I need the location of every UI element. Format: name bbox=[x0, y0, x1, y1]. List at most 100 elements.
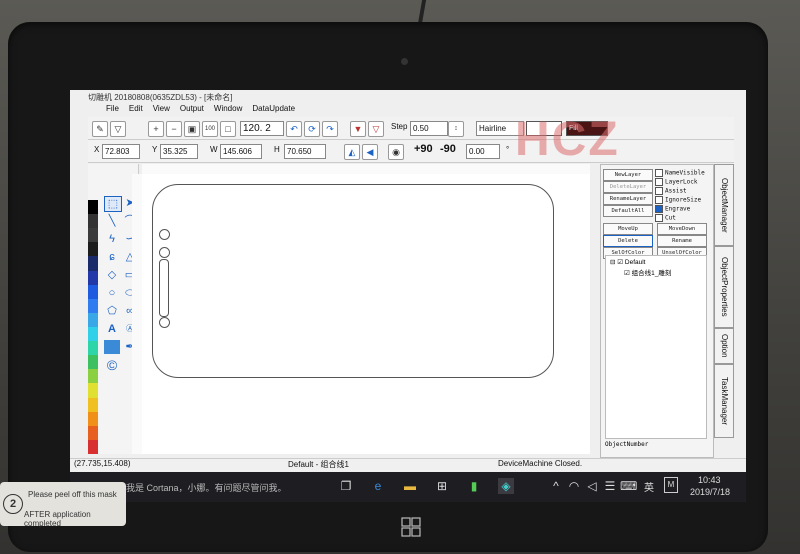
cortana-search[interactable]: 我是 Cortana，小娜。有问题尽管问我。 bbox=[126, 481, 287, 494]
menu-window[interactable]: Window bbox=[214, 104, 242, 116]
menu-output[interactable]: Output bbox=[180, 104, 204, 116]
check-layer-lock[interactable]: LayerLock bbox=[655, 178, 698, 186]
palette-swatch[interactable] bbox=[88, 439, 98, 454]
move-up-button[interactable]: MoveUp bbox=[603, 223, 653, 235]
rename-button[interactable]: Rename bbox=[657, 235, 707, 247]
tab-object-properties[interactable]: ObjectProperties bbox=[714, 246, 734, 328]
check-name-visible[interactable]: NameVisible bbox=[655, 169, 705, 177]
bucket-icon[interactable]: ▽ bbox=[110, 121, 126, 137]
mirror-h-icon[interactable]: ▼ bbox=[350, 121, 366, 137]
flip-h-icon[interactable]: ◭ bbox=[344, 144, 360, 160]
chevron-up-icon[interactable]: ^ bbox=[548, 478, 564, 494]
wifi-icon[interactable]: ◠ bbox=[566, 478, 582, 494]
brush-icon[interactable]: ✎ bbox=[92, 121, 108, 137]
page-icon[interactable]: □ bbox=[220, 121, 236, 137]
store-icon[interactable]: ⊞ bbox=[434, 478, 450, 494]
tab-task-manager[interactable]: TaskManager bbox=[714, 364, 734, 438]
palette-swatch[interactable] bbox=[88, 425, 98, 440]
select-tool-icon[interactable]: ⬚ bbox=[104, 196, 122, 212]
w-field[interactable]: 145.606 bbox=[220, 144, 262, 159]
mirror-v-icon[interactable]: ▽ bbox=[368, 121, 384, 137]
zoom-fit-icon[interactable]: ▣ bbox=[184, 121, 200, 137]
palette-swatch[interactable] bbox=[88, 383, 98, 398]
palette-swatch[interactable] bbox=[88, 242, 98, 257]
rotate-minus-button[interactable]: -90 bbox=[440, 143, 456, 155]
ime-indicator[interactable]: 英 bbox=[644, 479, 654, 494]
palette-swatch[interactable] bbox=[88, 411, 98, 426]
sticker-number: 2 bbox=[3, 494, 23, 514]
check-ignore-size[interactable]: IgnoreSize bbox=[655, 196, 701, 204]
h-field[interactable]: 70.650 bbox=[284, 144, 326, 159]
undo-icon[interactable]: ↶ bbox=[286, 121, 302, 137]
polygon-tool-icon[interactable]: ⬠ bbox=[104, 304, 120, 318]
notification-icon[interactable]: ☰ bbox=[602, 478, 618, 494]
y-field[interactable]: 35.325 bbox=[160, 144, 198, 159]
palette-swatch[interactable] bbox=[88, 397, 98, 412]
rotate-plus-button[interactable]: +90 bbox=[414, 143, 433, 155]
windows-button-icon[interactable] bbox=[400, 516, 422, 538]
palette-swatch[interactable] bbox=[88, 327, 98, 342]
flip-v-icon[interactable]: ◀ bbox=[362, 144, 378, 160]
zoom-out-icon[interactable]: − bbox=[166, 121, 182, 137]
palette-swatch[interactable] bbox=[88, 256, 98, 271]
eye-icon[interactable]: ◉ bbox=[388, 144, 404, 160]
rename-layer-button[interactable]: RenameLayer bbox=[603, 193, 653, 205]
redo-all-icon[interactable]: ⟳ bbox=[304, 121, 320, 137]
tree-child[interactable]: ☑ 组合线1_雕刻 bbox=[606, 266, 706, 277]
zigzag-tool-icon[interactable]: ϟ bbox=[104, 232, 120, 246]
move-down-button[interactable]: MoveDown bbox=[657, 223, 707, 235]
app-icon[interactable]: ▮ bbox=[466, 478, 482, 494]
volume-icon[interactable]: ◁ bbox=[584, 478, 600, 494]
palette-swatch[interactable] bbox=[88, 341, 98, 356]
check-engrave[interactable]: Engrave bbox=[655, 205, 690, 213]
default-all-button[interactable]: DefaultAll bbox=[603, 205, 653, 217]
menu-view[interactable]: View bbox=[153, 104, 170, 116]
x-field[interactable]: 72.803 bbox=[102, 144, 140, 159]
task-view-icon[interactable]: ❐ bbox=[338, 478, 354, 494]
image-tool-icon[interactable] bbox=[104, 340, 120, 354]
step-field[interactable]: 0.50 bbox=[410, 121, 448, 136]
palette-swatch[interactable] bbox=[88, 200, 98, 215]
palette-swatch[interactable] bbox=[88, 355, 98, 370]
palette-swatch[interactable] bbox=[88, 270, 98, 285]
drawing-canvas[interactable] bbox=[142, 174, 590, 454]
delete-button[interactable]: Delete bbox=[603, 235, 653, 247]
palette-swatch[interactable] bbox=[88, 312, 98, 327]
step-spin-icon[interactable]: ↕ bbox=[448, 121, 464, 137]
redo-icon[interactable]: ↷ bbox=[322, 121, 338, 137]
menu-dataupdate[interactable]: DataUpdate bbox=[252, 104, 295, 116]
line-tool-icon[interactable]: ╲ bbox=[104, 214, 120, 228]
angle-field[interactable]: 0.00 bbox=[466, 144, 500, 159]
explorer-icon[interactable]: ▬ bbox=[402, 478, 418, 494]
active-app-icon[interactable]: ◈ bbox=[498, 478, 514, 494]
zoom-in-icon[interactable]: + bbox=[148, 121, 164, 137]
zoom-field[interactable]: 120. 2 bbox=[240, 121, 284, 136]
spiral-tool-icon[interactable]: ɕ bbox=[104, 250, 120, 264]
tab-object-manager[interactable]: ObjectManager bbox=[714, 164, 734, 246]
keyboard-icon[interactable]: ⌨ bbox=[620, 478, 637, 494]
menu-edit[interactable]: Edit bbox=[129, 104, 143, 116]
zoom-100-icon[interactable]: 100 bbox=[202, 121, 218, 137]
palette-swatch[interactable] bbox=[88, 298, 98, 313]
palette-swatch[interactable] bbox=[88, 284, 98, 299]
edge-icon[interactable]: e bbox=[370, 478, 386, 494]
diamond-tool-icon[interactable]: ◇ bbox=[104, 268, 120, 282]
new-layer-button[interactable]: NewLayer bbox=[603, 169, 653, 181]
check-cut[interactable]: Cut bbox=[655, 214, 676, 222]
delete-layer-button[interactable]: DeleteLayer bbox=[603, 181, 653, 193]
phone-outline-shape[interactable] bbox=[152, 184, 554, 378]
check-assist[interactable]: Assist bbox=[655, 187, 687, 195]
text-tool-icon[interactable]: A bbox=[104, 322, 120, 336]
palette-swatch[interactable] bbox=[88, 214, 98, 229]
clock-time[interactable]: 10:43 bbox=[698, 475, 721, 485]
tree-root[interactable]: ⊟ ☑ Default bbox=[606, 256, 706, 266]
tab-option[interactable]: Option bbox=[714, 328, 734, 364]
copyright-tool-icon[interactable]: © bbox=[104, 358, 120, 372]
input-mode-icon[interactable]: M bbox=[664, 477, 678, 493]
circle-tool-icon[interactable]: ○ bbox=[104, 286, 120, 300]
object-tree[interactable]: ⊟ ☑ Default ☑ 组合线1_雕刻 bbox=[605, 255, 707, 439]
palette-swatch[interactable] bbox=[88, 228, 98, 243]
clock-date[interactable]: 2019/7/18 bbox=[690, 487, 730, 497]
menu-file[interactable]: File bbox=[106, 104, 119, 116]
palette-swatch[interactable] bbox=[88, 369, 98, 384]
